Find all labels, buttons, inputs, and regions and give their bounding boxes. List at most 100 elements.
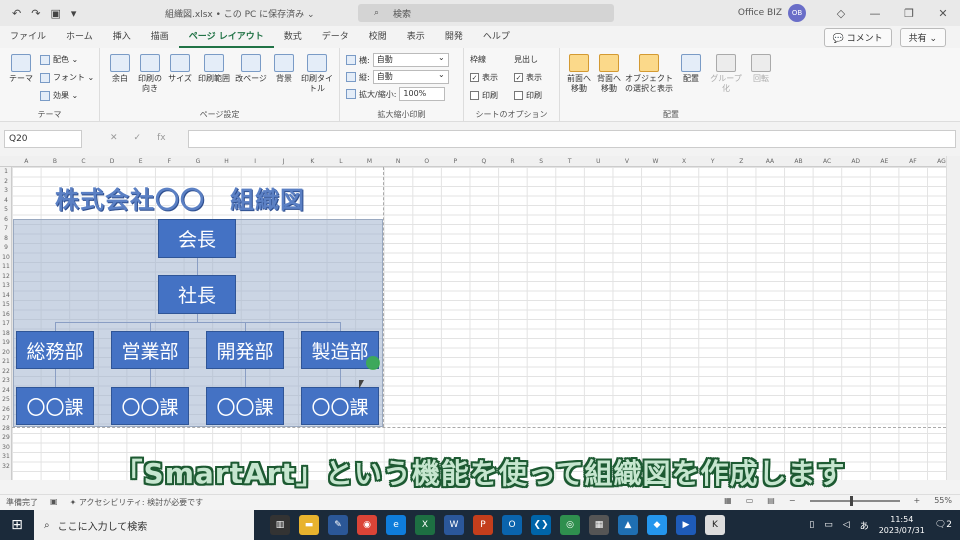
row-header[interactable]: 27 bbox=[0, 414, 12, 424]
column-header[interactable]: V bbox=[613, 156, 642, 167]
size-button[interactable]: サイズ bbox=[166, 54, 194, 84]
photos-icon[interactable]: ▲ bbox=[618, 515, 638, 535]
cancel-icon[interactable]: ✕ bbox=[110, 133, 118, 143]
column-header[interactable]: T bbox=[555, 156, 584, 167]
column-header[interactable]: G bbox=[184, 156, 213, 167]
column-header[interactable]: AE bbox=[870, 156, 899, 167]
task-view-icon[interactable]: ▥ bbox=[270, 515, 290, 535]
zoom-level[interactable]: 55% bbox=[934, 496, 952, 505]
tab-review[interactable]: 校閲 bbox=[359, 26, 397, 48]
ribbon-display-icon[interactable]: ◇ bbox=[824, 7, 858, 20]
column-header[interactable]: K bbox=[298, 156, 327, 167]
row-header[interactable]: 11 bbox=[0, 262, 12, 272]
row-header[interactable]: 4 bbox=[0, 196, 12, 206]
bring-forward-button[interactable]: 前面へ移動 bbox=[564, 54, 594, 94]
powerpoint-icon[interactable]: P bbox=[473, 515, 493, 535]
tab-file[interactable]: ファイル bbox=[0, 26, 56, 48]
ime-indicator[interactable]: あ bbox=[860, 519, 869, 532]
tab-draw[interactable]: 描画 bbox=[141, 26, 179, 48]
column-header[interactable]: A bbox=[12, 156, 41, 167]
zoom-slider[interactable] bbox=[809, 495, 900, 506]
send-backward-button[interactable]: 背面へ移動 bbox=[594, 54, 624, 94]
column-header[interactable]: N bbox=[384, 156, 413, 167]
margins-button[interactable]: 余白 bbox=[106, 54, 134, 84]
row-header[interactable]: 18 bbox=[0, 329, 12, 339]
page-break-view-icon[interactable]: ▤ bbox=[767, 496, 775, 505]
column-header[interactable]: C bbox=[69, 156, 98, 167]
column-header[interactable]: M bbox=[355, 156, 384, 167]
fonts-button[interactable]: フォント ⌄ bbox=[40, 72, 94, 83]
theme-button[interactable]: テーマ bbox=[6, 54, 36, 84]
zoom-in-icon[interactable]: + bbox=[914, 496, 921, 505]
headings-print-checkbox[interactable]: 印刷 bbox=[514, 90, 542, 101]
column-header[interactable]: AB bbox=[784, 156, 813, 167]
row-header[interactable]: 8 bbox=[0, 234, 12, 244]
normal-view-icon[interactable]: ▦ bbox=[724, 496, 732, 505]
tab-formulas[interactable]: 数式 bbox=[274, 26, 312, 48]
column-header[interactable]: R bbox=[498, 156, 527, 167]
row-header[interactable]: 16 bbox=[0, 310, 12, 320]
org-node-section[interactable]: 〇〇課 bbox=[16, 387, 94, 425]
close-button[interactable]: ✕ bbox=[926, 7, 960, 20]
column-header[interactable]: L bbox=[327, 156, 356, 167]
formula-input[interactable] bbox=[188, 130, 956, 148]
volume-icon[interactable]: ◁ bbox=[843, 520, 850, 530]
insert-function-button[interactable]: fx bbox=[157, 133, 166, 143]
macro-record-icon[interactable]: ▣ bbox=[50, 497, 58, 508]
account-name[interactable]: Office BIZ bbox=[738, 8, 782, 18]
rotate-button[interactable]: 回転 bbox=[746, 54, 776, 84]
name-box[interactable]: Q20 bbox=[4, 130, 82, 148]
row-header[interactable]: 13 bbox=[0, 281, 12, 291]
org-node-section[interactable]: 〇〇課 bbox=[301, 387, 379, 425]
row-header[interactable]: 1 bbox=[0, 167, 12, 177]
row-header[interactable]: 21 bbox=[0, 357, 12, 367]
row-header[interactable]: 23 bbox=[0, 376, 12, 386]
column-header[interactable]: E bbox=[126, 156, 155, 167]
green-app-icon[interactable]: ◎ bbox=[560, 515, 580, 535]
minimize-button[interactable]: — bbox=[858, 7, 892, 20]
zoom-spinner[interactable]: 100% bbox=[399, 87, 446, 101]
taskbar-search[interactable]: ⌕ ここに入力して検索 bbox=[34, 510, 254, 540]
column-header[interactable]: J bbox=[269, 156, 298, 167]
column-header[interactable]: S bbox=[527, 156, 556, 167]
row-header[interactable]: 5 bbox=[0, 205, 12, 215]
row-header[interactable]: 22 bbox=[0, 367, 12, 377]
avatar[interactable]: OB bbox=[788, 4, 806, 22]
org-node-section[interactable]: 〇〇課 bbox=[206, 387, 284, 425]
accessibility-status[interactable]: ✦ アクセシビリティ: 検討が必要です bbox=[70, 497, 204, 508]
row-header[interactable]: 9 bbox=[0, 243, 12, 253]
height-select[interactable]: 自動 bbox=[372, 69, 449, 84]
column-header[interactable]: AC bbox=[813, 156, 842, 167]
effects-button[interactable]: 効果 ⌄ bbox=[40, 90, 78, 101]
excel-icon[interactable]: X bbox=[415, 515, 435, 535]
windows-start-icon[interactable]: ⊞ bbox=[0, 517, 34, 533]
comment-button[interactable]: 💬 コメント bbox=[823, 28, 892, 47]
autosave-icon[interactable]: ▣ bbox=[50, 7, 60, 20]
tab-home[interactable]: ホーム bbox=[56, 26, 103, 48]
column-header[interactable]: H bbox=[212, 156, 241, 167]
row-header[interactable]: 12 bbox=[0, 272, 12, 282]
file-explorer-icon[interactable]: ▬ bbox=[299, 515, 319, 535]
breaks-button[interactable]: 改ページ bbox=[234, 54, 268, 84]
edge-icon[interactable]: e bbox=[386, 515, 406, 535]
customize-qat-icon[interactable]: ▾ bbox=[71, 7, 77, 20]
column-header[interactable]: B bbox=[41, 156, 70, 167]
row-header[interactable]: 29 bbox=[0, 433, 12, 443]
print-titles-button[interactable]: 印刷タイトル bbox=[300, 54, 334, 94]
word-icon[interactable]: W bbox=[444, 515, 464, 535]
media-app-icon[interactable]: ▶ bbox=[676, 515, 696, 535]
vertical-scrollbar[interactable] bbox=[946, 156, 960, 480]
tab-page-layout[interactable]: ページ レイアウト bbox=[178, 26, 274, 48]
column-header[interactable]: I bbox=[241, 156, 270, 167]
align-button[interactable]: 配置 bbox=[676, 54, 706, 84]
column-header[interactable]: F bbox=[155, 156, 184, 167]
row-header[interactable]: 28 bbox=[0, 424, 12, 434]
row-header[interactable]: 20 bbox=[0, 348, 12, 358]
column-header[interactable]: P bbox=[441, 156, 470, 167]
row-header[interactable]: 6 bbox=[0, 215, 12, 225]
row-header[interactable]: 30 bbox=[0, 443, 12, 453]
gridlines-print-checkbox[interactable]: 印刷 bbox=[470, 90, 498, 101]
row-header[interactable]: 15 bbox=[0, 300, 12, 310]
vscode-icon[interactable]: ❮❯ bbox=[531, 515, 551, 535]
colors-button[interactable]: 配色 ⌄ bbox=[40, 54, 78, 65]
